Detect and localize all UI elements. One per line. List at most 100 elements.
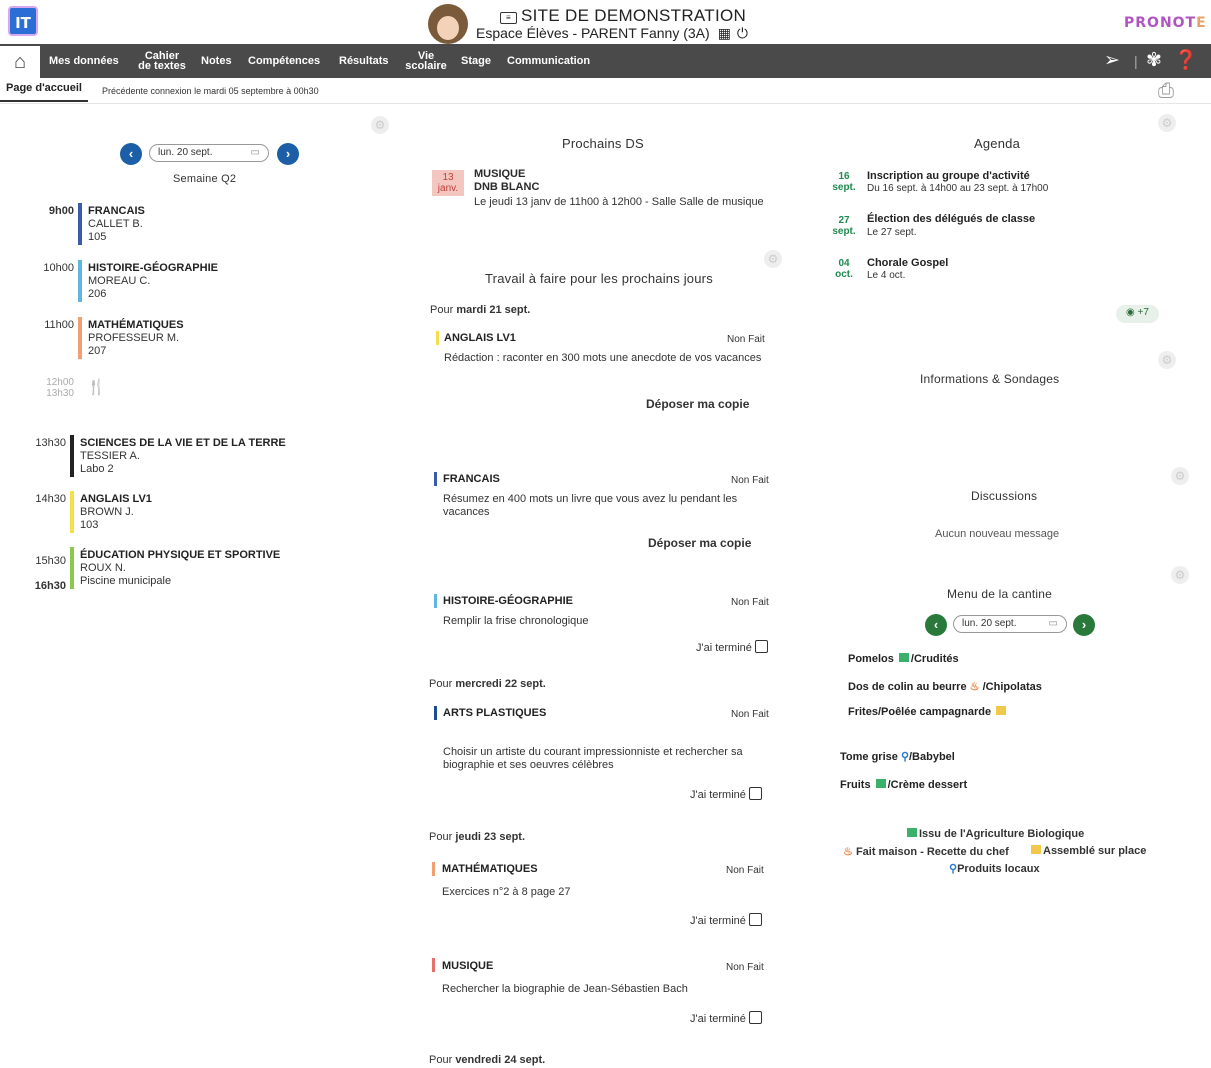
subject-color-bar bbox=[432, 958, 435, 972]
lesson-color-bar bbox=[70, 547, 74, 589]
top-header: IT ≡ SITE DE DEMONSTRATION Espace Élèves … bbox=[0, 0, 1211, 44]
help-icon[interactable]: ❓ bbox=[1174, 44, 1198, 78]
agenda-event-title[interactable]: Inscription au groupe d'activité bbox=[867, 170, 1030, 182]
qr-code-icon[interactable]: ▦ bbox=[718, 25, 731, 42]
menu-line: Pomelos /Crudités bbox=[848, 653, 959, 665]
prev-day-button[interactable]: ‹ bbox=[925, 614, 947, 636]
homemade-label-icon: ♨ bbox=[969, 681, 980, 693]
legend-local: ⚲Produits locaux bbox=[949, 863, 1040, 875]
homework-status: Non Fait bbox=[731, 475, 769, 486]
homework-day: Pour jeudi 23 sept. bbox=[429, 831, 526, 843]
widget-settings-icon[interactable]: ⚙ bbox=[1158, 351, 1176, 369]
agenda-date: 16 sept. bbox=[832, 171, 856, 193]
local-label-icon: ⚲ bbox=[949, 863, 958, 875]
last-connection: Précédente connexion le mardi 05 septemb… bbox=[102, 86, 319, 96]
nav-communication[interactable]: Communication bbox=[507, 44, 590, 78]
lesson-color-bar bbox=[78, 317, 82, 359]
lesson-time: 14h30 bbox=[35, 493, 66, 505]
cutlery-icon: 🍴 bbox=[87, 379, 106, 396]
homework-title: Travail à faire pour les prochains jours bbox=[485, 271, 713, 286]
menu-line: Dos de colin au beurre ♨ /Chipolatas bbox=[848, 681, 1042, 693]
nav-competences[interactable]: Compétences bbox=[248, 44, 320, 78]
lesson-time: 15h30 16h30 bbox=[34, 555, 66, 592]
widget-settings-icon[interactable]: ⚙ bbox=[1158, 114, 1176, 132]
submit-copy-button[interactable]: Déposer ma copie bbox=[646, 397, 749, 411]
lesson-color-bar bbox=[78, 260, 82, 302]
agenda-event-title[interactable]: Élection des délégués de classe bbox=[867, 213, 1035, 225]
calendar-icon: ▭ bbox=[250, 147, 260, 158]
agenda-event-title[interactable]: Chorale Gospel bbox=[867, 257, 948, 269]
submit-copy-button[interactable]: Déposer ma copie bbox=[648, 536, 751, 550]
send-icon[interactable]: ➢ bbox=[1104, 44, 1120, 78]
homework-day: Pour mardi 21 sept. bbox=[430, 304, 531, 316]
school-logo[interactable]: IT bbox=[8, 6, 38, 36]
bio-label-icon bbox=[875, 779, 886, 788]
done-checkbox[interactable]: J'ai terminé bbox=[690, 1011, 762, 1025]
widget-settings-icon[interactable]: ⚙ bbox=[1171, 566, 1189, 584]
agenda-event-detail: Le 27 sept. bbox=[867, 227, 917, 238]
subject-color-bar bbox=[436, 331, 439, 345]
lesson-anglais[interactable]: ANGLAIS LV1 BROWN J. 103 bbox=[80, 493, 152, 532]
canteen-date-picker[interactable]: lun. 20 sept. ▭ bbox=[953, 615, 1067, 633]
subject-color-bar bbox=[434, 594, 437, 608]
homework-subject: MUSIQUE bbox=[442, 960, 494, 972]
tab-page-accueil[interactable]: Page d'accueil bbox=[0, 80, 88, 102]
home-icon[interactable]: ⌂ bbox=[0, 44, 40, 78]
done-checkbox[interactable]: J'ai terminé bbox=[696, 640, 768, 654]
agenda-title: Agenda bbox=[974, 136, 1021, 151]
exam-subject[interactable]: MUSIQUE DNB BLANC bbox=[474, 168, 539, 194]
lesson-color-bar bbox=[70, 435, 74, 477]
lesson-eps[interactable]: ÉDUCATION PHYSIQUE ET SPORTIVE ROUX N. Pis… bbox=[80, 549, 280, 588]
homework-day: Pour vendredi 24 sept. bbox=[429, 1054, 546, 1066]
canteen-title: Menu de la cantine bbox=[947, 587, 1053, 601]
agenda-event-detail: Du 16 sept. à 14h00 au 23 sept. à 17h00 bbox=[867, 183, 1049, 194]
pronote-brand: PRONOTE bbox=[1124, 15, 1207, 31]
nav-vie-scolaire[interactable]: Vie scolaire bbox=[404, 44, 448, 78]
timetable-date-picker[interactable]: lun. 20 sept. ▭ bbox=[149, 144, 269, 162]
homework-text: Rechercher la biographie de Jean-Sébasti… bbox=[442, 983, 688, 995]
divider: | bbox=[1134, 53, 1138, 69]
local-label-icon: ⚲ bbox=[900, 751, 909, 763]
done-checkbox[interactable]: J'ai terminé bbox=[690, 787, 762, 801]
menu-line: Fruits /Crème dessert bbox=[840, 779, 968, 791]
homework-status: Non Fait bbox=[726, 962, 764, 973]
nav-resultats[interactable]: Résultats bbox=[339, 44, 389, 78]
butterfly-icon[interactable]: ✾ bbox=[1146, 44, 1162, 78]
homework-subject: MATHÉMATIQUES bbox=[442, 863, 538, 875]
assembled-label-icon bbox=[1031, 845, 1041, 854]
nav-notes[interactable]: Notes bbox=[201, 44, 232, 78]
subject-color-bar bbox=[434, 472, 437, 486]
agenda-more-chip[interactable]: ◉ +7 bbox=[1116, 305, 1159, 323]
widget-settings-icon[interactable]: ⚙ bbox=[1171, 467, 1189, 485]
prev-day-button[interactable]: ‹ bbox=[120, 143, 142, 165]
homework-text: Résumez en 400 mots un livre que vous av… bbox=[443, 493, 738, 518]
homework-status: Non Fait bbox=[727, 334, 765, 345]
homework-status: Non Fait bbox=[731, 597, 769, 608]
lesson-svt[interactable]: SCIENCES DE LA VIE ET DE LA TERRE TESSIER… bbox=[80, 437, 286, 476]
bio-label-icon bbox=[907, 828, 917, 837]
homework-text: Rédaction : raconter en 300 mots une ane… bbox=[444, 352, 762, 364]
widget-settings-icon[interactable]: ⚙ bbox=[371, 116, 389, 134]
power-icon[interactable]: ⏻ bbox=[737, 25, 748, 42]
next-day-button[interactable]: › bbox=[277, 143, 299, 165]
avatar[interactable] bbox=[428, 4, 468, 44]
next-day-button[interactable]: › bbox=[1073, 614, 1095, 636]
no-message-text: Aucun nouveau message bbox=[935, 528, 1060, 540]
nav-cahier-de-textes[interactable]: Cahier de textes bbox=[135, 44, 189, 78]
homemade-label-icon: ♨ bbox=[843, 846, 853, 858]
homework-text: Exercices n°2 à 8 page 27 bbox=[442, 886, 571, 898]
week-label: Semaine Q2 bbox=[173, 173, 237, 185]
done-checkbox[interactable]: J'ai terminé bbox=[690, 913, 762, 927]
discussions-title: Discussions bbox=[971, 489, 1038, 503]
lesson-francais[interactable]: FRANCAIS CALLET B. 105 bbox=[88, 205, 145, 244]
lesson-histoire-geo[interactable]: HISTOIRE-GÉOGRAPHIE MOREAU C. 206 bbox=[88, 262, 218, 301]
site-subtitle: Espace Élèves - PARENT Fanny (3A) ▦ ⏻ bbox=[476, 25, 748, 42]
homework-subject: HISTOIRE-GÉOGRAPHIE bbox=[443, 595, 573, 607]
exam-detail: Le jeudi 13 janv de 11h00 à 12h00 - Sall… bbox=[474, 196, 764, 208]
print-icon[interactable]: ⎙ bbox=[1158, 80, 1177, 103]
nav-stage[interactable]: Stage bbox=[461, 44, 491, 78]
nav-mes-donnees[interactable]: Mes données bbox=[49, 44, 119, 78]
legend-assembled: Assemblé sur place bbox=[1029, 845, 1146, 857]
lesson-mathematiques[interactable]: MATHÉMATIQUES PROFESSEUR M. 207 bbox=[88, 319, 184, 358]
widget-settings-icon[interactable]: ⚙ bbox=[764, 250, 782, 268]
